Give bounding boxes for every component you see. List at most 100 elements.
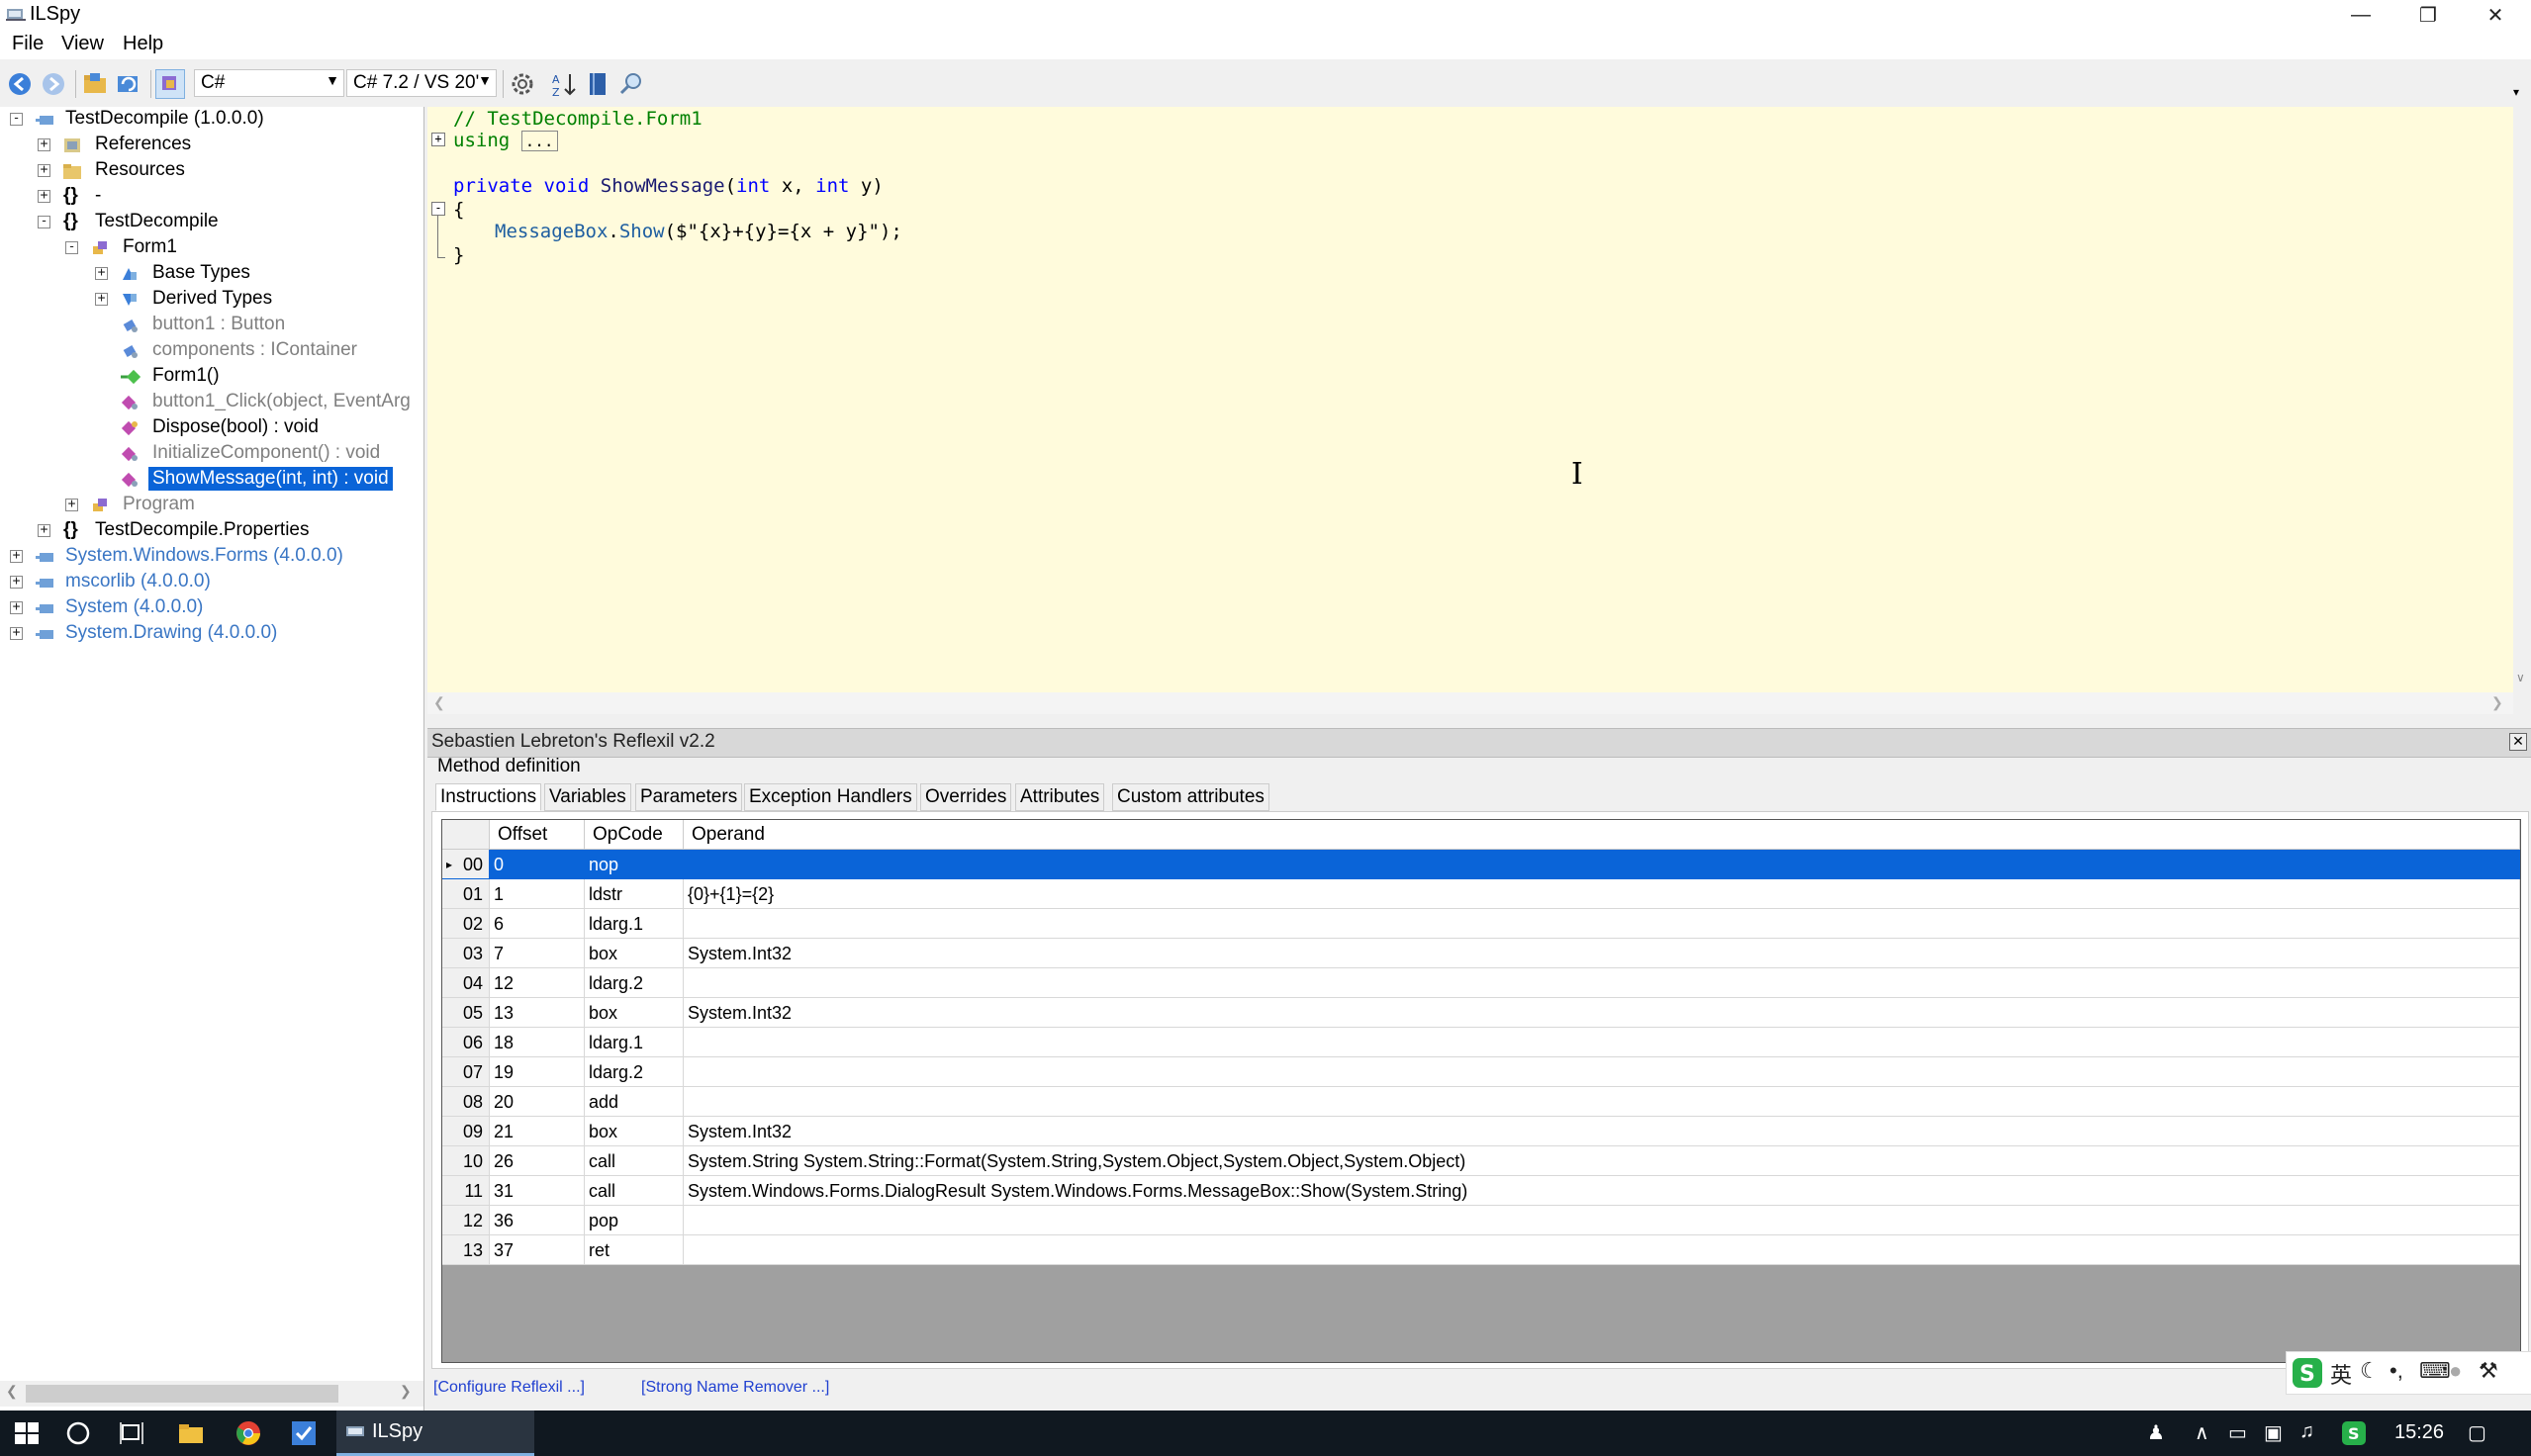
expand-toggle[interactable]: +	[95, 266, 108, 280]
operand-cell[interactable]: System.Int32	[684, 1117, 2520, 1146]
opcode-cell[interactable]: box	[585, 939, 684, 968]
column-header-offset[interactable]: Offset	[490, 820, 585, 850]
user-icon[interactable]: ●	[2449, 1358, 2462, 1384]
table-row[interactable]: 07 19 ldarg.2	[442, 1057, 2520, 1087]
collapse-toggle[interactable]: -	[10, 112, 23, 126]
expand-toggle[interactable]: +	[10, 575, 23, 589]
opcode-cell[interactable]: box	[585, 1117, 684, 1146]
scroll-left-icon[interactable]: ❮	[6, 1383, 18, 1400]
offset-cell[interactable]: 12	[490, 968, 585, 998]
operand-cell[interactable]	[684, 1028, 2520, 1057]
keyboard-icon[interactable]: ⌨	[2419, 1358, 2451, 1384]
language-version-select[interactable]: C# 7.2 / VS 20' ▼	[346, 69, 497, 97]
tree-node-derived-types[interactable]: Derived Types	[152, 287, 272, 311]
scroll-right-icon[interactable]: ❯	[2491, 694, 2503, 711]
row-index-cell[interactable]: 04	[442, 968, 490, 998]
volume-icon[interactable]: ♫	[2299, 1420, 2314, 1443]
search-icon[interactable]	[617, 70, 645, 98]
row-index-cell[interactable]: 10	[442, 1146, 490, 1176]
instructions-grid[interactable]: Offset OpCode Operand ▸ 00 0 nop 01 1 ldstr {0}…	[441, 819, 2521, 1363]
scroll-right-icon[interactable]: ❯	[400, 1383, 412, 1400]
offset-cell[interactable]: 21	[490, 1117, 585, 1146]
row-index-cell[interactable]: 02	[442, 909, 490, 939]
code-editor[interactable]: // TestDecompile.Form1 + using ... priva…	[427, 107, 2513, 708]
offset-cell[interactable]: 13	[490, 998, 585, 1028]
tree-node-mscorlib[interactable]: mscorlib (4.0.0.0)	[65, 570, 211, 593]
menu-file[interactable]: File	[12, 33, 44, 55]
tab-attributes[interactable]: Attributes	[1015, 783, 1105, 811]
table-row[interactable]: 13 37 ret	[442, 1235, 2520, 1265]
tree-node-assembly[interactable]: TestDecompile (1.0.0.0)	[65, 107, 264, 131]
network-icon[interactable]: ▣	[2264, 1420, 2283, 1445]
tree-node-system[interactable]: System (4.0.0.0)	[65, 595, 203, 619]
punctuation-icon[interactable]: •,	[2390, 1358, 2403, 1384]
tab-parameters[interactable]: Parameters	[635, 783, 743, 811]
column-header-operand[interactable]: Operand	[684, 820, 2520, 850]
tab-overrides[interactable]: Overrides	[920, 783, 1012, 811]
operand-cell[interactable]	[684, 1057, 2520, 1087]
table-row[interactable]: 06 18 ldarg.1	[442, 1028, 2520, 1057]
code-vertical-scrollbar[interactable]: ∨	[2513, 107, 2531, 720]
tree-node-references[interactable]: References	[95, 133, 191, 156]
tree-node-dispose[interactable]: Dispose(bool) : void	[152, 415, 319, 439]
row-index-cell[interactable]: 06	[442, 1028, 490, 1057]
sogou-logo-icon[interactable]: S	[2291, 1356, 2324, 1390]
tree-node-base-types[interactable]: Base Types	[152, 261, 250, 285]
offset-cell[interactable]: 19	[490, 1057, 585, 1087]
opcode-cell[interactable]: nop	[585, 850, 684, 879]
row-index-cell[interactable]: 07	[442, 1057, 490, 1087]
menu-help[interactable]: Help	[123, 33, 163, 55]
restore-button[interactable]: ❐	[2394, 0, 2462, 30]
opcode-cell[interactable]: ret	[585, 1235, 684, 1265]
toolbar-overflow-icon[interactable]: ▾	[2513, 85, 2519, 99]
column-header-opcode[interactable]: OpCode	[585, 820, 684, 850]
operand-cell[interactable]	[684, 1206, 2520, 1235]
opcode-cell[interactable]: ldarg.2	[585, 1057, 684, 1087]
expand-toggle[interactable]: +	[10, 600, 23, 614]
tree-node-resources[interactable]: Resources	[95, 158, 185, 182]
configure-reflexil-link[interactable]: [Configure Reflexil ...]	[433, 1379, 585, 1397]
file-explorer-icon[interactable]	[176, 1418, 206, 1448]
table-row[interactable]: 03 7 box System.Int32	[442, 939, 2520, 968]
taskbar-ilspy-button[interactable]: ILSpy	[336, 1410, 534, 1456]
tab-custom-attributes[interactable]: Custom attributes	[1112, 783, 1269, 811]
row-index-cell[interactable]: 13	[442, 1235, 490, 1265]
minimize-button[interactable]: —	[2327, 0, 2394, 30]
operand-cell[interactable]: {0}+{1}={2}	[684, 879, 2520, 909]
sogou-tray-icon[interactable]: S	[2341, 1420, 2367, 1446]
opcode-cell[interactable]: ldarg.1	[585, 1028, 684, 1057]
windows-start-icon[interactable]	[12, 1418, 42, 1448]
tree-node-form1-ctor[interactable]: Form1()	[152, 364, 220, 388]
expand-toggle[interactable]: +	[38, 523, 50, 537]
offset-cell[interactable]: 6	[490, 909, 585, 939]
row-index-cell[interactable]: ▸ 00	[442, 850, 490, 879]
reload-icon[interactable]	[115, 70, 142, 98]
table-row[interactable]: 04 12 ldarg.2	[442, 968, 2520, 998]
moon-icon[interactable]: ☾	[2360, 1358, 2380, 1384]
panel-splitter[interactable]	[427, 714, 2531, 728]
book-icon[interactable]	[584, 70, 611, 98]
table-row[interactable]: 05 13 box System.Int32	[442, 998, 2520, 1028]
close-button[interactable]: ✕	[2462, 0, 2529, 30]
operand-cell[interactable]: System.Int32	[684, 998, 2520, 1028]
strong-name-remover-link[interactable]: [Strong Name Remover ...]	[641, 1379, 829, 1397]
sort-icon[interactable]: AZ	[550, 70, 578, 98]
row-index-cell[interactable]: 09	[442, 1117, 490, 1146]
row-index-cell[interactable]: 01	[442, 879, 490, 909]
opcode-cell[interactable]: box	[585, 998, 684, 1028]
tab-variables[interactable]: Variables	[544, 783, 631, 811]
tree-node-system-drawing[interactable]: System.Drawing (4.0.0.0)	[65, 621, 277, 645]
tree-node-components-field[interactable]: components : IContainer	[152, 338, 357, 362]
language-select[interactable]: C# ▼	[194, 69, 344, 97]
show-internal-api-icon[interactable]	[155, 69, 185, 99]
people-icon[interactable]: ♟	[2147, 1420, 2165, 1445]
offset-cell[interactable]: 20	[490, 1087, 585, 1117]
chevron-up-icon[interactable]: ∧	[2195, 1420, 2209, 1445]
tree-node-button1-click[interactable]: button1_Click(object, EventArg	[152, 390, 411, 413]
wrench-icon[interactable]: ⚒	[2479, 1358, 2498, 1384]
table-row[interactable]: 01 1 ldstr {0}+{1}={2}	[442, 879, 2520, 909]
table-row[interactable]: 12 36 pop	[442, 1206, 2520, 1235]
offset-cell[interactable]: 31	[490, 1176, 585, 1206]
code-horizontal-scrollbar[interactable]: ❮ ❯	[427, 692, 2513, 714]
opcode-cell[interactable]: pop	[585, 1206, 684, 1235]
